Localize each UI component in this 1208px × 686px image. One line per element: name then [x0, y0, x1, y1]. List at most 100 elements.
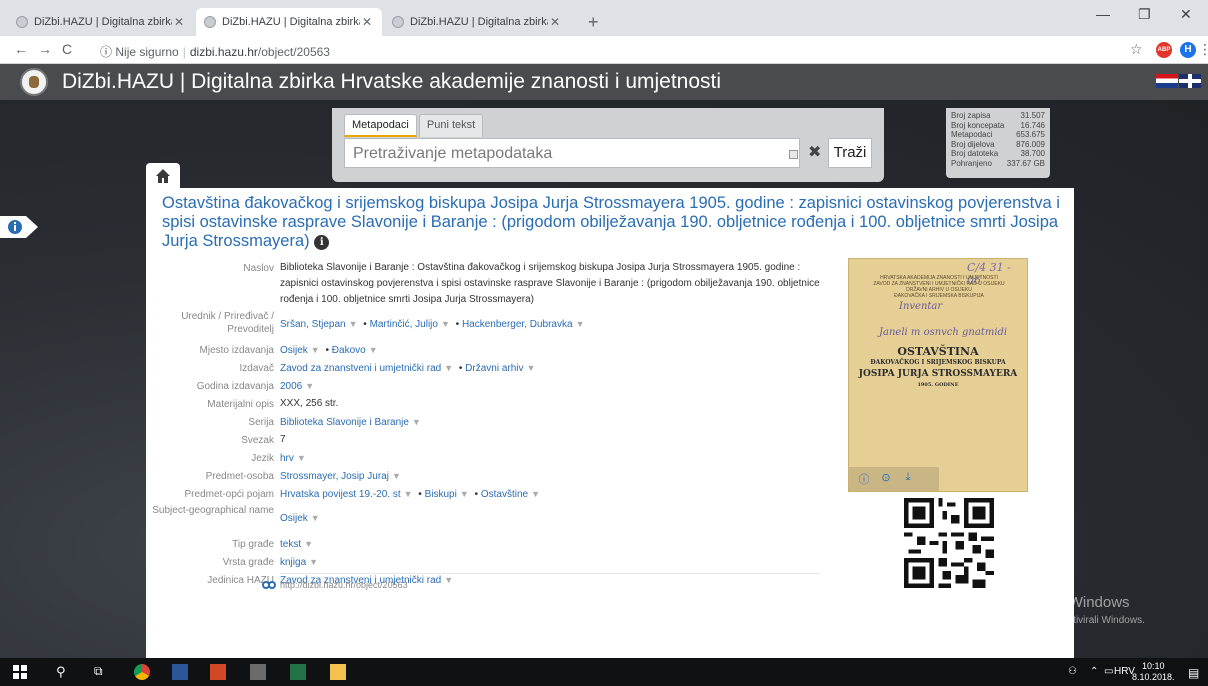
forward-icon[interactable]: → [38, 41, 52, 57]
calculator-icon[interactable] [250, 664, 266, 680]
back-icon[interactable]: ← [14, 41, 28, 57]
powerpoint-icon[interactable] [210, 664, 226, 680]
meta-link[interactable]: Osijek [280, 513, 308, 524]
battery-icon[interactable]: ▭ [1104, 666, 1113, 677]
file-explorer-icon[interactable] [330, 664, 346, 680]
filter-icon[interactable]: ▼ [444, 363, 453, 373]
hazu-logo[interactable] [20, 68, 48, 96]
close-tab-icon[interactable]: ✕ [548, 15, 562, 29]
meta-link[interactable]: tekst [280, 539, 301, 550]
meta-link[interactable]: Zavod za znanstveni i umjetnički rad [280, 363, 441, 374]
qr-code [904, 498, 994, 588]
info-icon[interactable]: ⓘ [857, 471, 871, 486]
filter-icon[interactable]: ▼ [311, 345, 320, 355]
tab-fulltext[interactable]: Puni tekst [418, 114, 484, 137]
meta-link[interactable]: Hackenberger, Dubravka [462, 319, 573, 330]
browser-tab-active[interactable]: DiZbi.HAZU | Digitalna zbirka Hrv ✕ [196, 8, 382, 36]
filter-icon[interactable]: ▼ [309, 557, 318, 567]
meta-value: Zavod za znanstveni i umjetnički rad ▼ • … [280, 363, 536, 374]
meta-link[interactable]: Biblioteka Slavonije i Baranje [280, 417, 409, 428]
meta-link[interactable]: hrv [280, 453, 294, 464]
divider [280, 573, 820, 574]
filter-icon[interactable]: ▼ [404, 489, 413, 499]
filter-icon[interactable]: ▼ [305, 381, 314, 391]
browser-tab[interactable]: DiZbi.HAZU | Digitalna zbirka Hrv ✕ [8, 8, 194, 36]
meta-link[interactable]: Đakovo [332, 345, 366, 356]
task-view-icon[interactable]: ⧉ [94, 664, 110, 680]
filter-icon[interactable]: ▼ [531, 489, 540, 499]
search-option-checkbox[interactable] [789, 150, 798, 159]
filter-icon[interactable]: ▼ [369, 345, 378, 355]
filter-icon[interactable]: ▼ [304, 539, 313, 549]
home-button[interactable] [146, 163, 180, 189]
adblock-icon[interactable]: ABP [1156, 42, 1172, 58]
side-info-toggle[interactable] [0, 216, 38, 238]
tray-chevron-icon[interactable]: ⌃ [1090, 666, 1098, 677]
meta-link[interactable]: Državni arhiv [465, 363, 523, 374]
filter-icon[interactable]: ▼ [392, 471, 401, 481]
people-icon[interactable]: ⚇ [1068, 666, 1077, 677]
download-icon[interactable]: ⤓ [901, 471, 915, 485]
profile-avatar[interactable]: H [1180, 42, 1196, 58]
info-icon[interactable]: i [314, 235, 330, 250]
english-flag-icon[interactable] [1179, 74, 1201, 88]
bookmark-star-icon[interactable]: ☆ [1130, 41, 1143, 58]
filter-icon[interactable]: ▼ [441, 319, 450, 329]
word-icon[interactable] [172, 664, 188, 680]
clock-date: 8.10.2018. [1132, 672, 1175, 682]
info-icon[interactable]: ⓘ [100, 45, 112, 59]
filter-icon[interactable]: ▼ [297, 453, 306, 463]
meta-link[interactable]: Sršan, Stjepan [280, 319, 346, 330]
site-header: DiZbi.HAZU | Digitalna zbirka Hrvatske a… [0, 64, 1208, 100]
home-icon [156, 169, 170, 183]
meta-link[interactable]: Biskupi [425, 489, 457, 500]
croatian-flag-icon[interactable] [1156, 74, 1178, 88]
maximize-icon[interactable]: ❐ [1138, 6, 1151, 23]
filter-icon[interactable]: ▼ [460, 489, 469, 499]
filter-icon[interactable]: ▼ [349, 319, 358, 329]
record-panel: Ostavština đakovačkog i srijemskog bisku… [146, 188, 1074, 658]
windows-start-icon[interactable] [12, 664, 28, 680]
new-tab-button[interactable]: + [588, 12, 599, 33]
notification-icon[interactable]: ▤ [1188, 666, 1199, 680]
meta-link[interactable]: knjiga [280, 557, 306, 568]
chrome-icon[interactable] [134, 664, 150, 680]
meta-link[interactable]: 2006 [280, 381, 302, 392]
meta-value: Strossmayer, Josip Juraj ▼ [280, 468, 820, 485]
search-input[interactable] [353, 145, 773, 163]
tab-metadata[interactable]: Metapodaci [344, 114, 417, 137]
url-field[interactable]: ⓘ Nije sigurno | dizbi.hazu.hr/object/2056… [100, 43, 330, 60]
permalink-url[interactable]: http://dizbi.hazu.hr/object/20563 [280, 580, 408, 590]
minimize-icon[interactable]: — [1096, 6, 1110, 22]
filter-icon[interactable]: ▼ [311, 513, 320, 523]
taskbar-clock[interactable]: 10:10 8.10.2018. [1132, 661, 1175, 683]
excel-icon[interactable] [290, 664, 306, 680]
zoom-icon[interactable]: ⊙ [879, 471, 893, 485]
site-title[interactable]: DiZbi.HAZU | Digitalna zbirka Hrvatske a… [62, 70, 721, 94]
filter-icon[interactable]: ▼ [576, 319, 585, 329]
meta-link[interactable]: Strossmayer, Josip Juraj [280, 471, 389, 482]
close-tab-icon[interactable]: ✕ [172, 15, 186, 29]
reload-icon[interactable]: C [62, 41, 72, 57]
meta-link[interactable]: Osijek [280, 345, 308, 356]
permalink-icon[interactable] [262, 580, 276, 590]
filter-icon[interactable]: ▼ [412, 417, 421, 427]
meta-link[interactable]: Martinčić, Julijo [370, 319, 438, 330]
search-icon[interactable]: ⚲ [56, 664, 72, 680]
close-tab-icon[interactable]: ✕ [360, 15, 374, 29]
search-box [344, 138, 800, 168]
meta-label: Svezak [241, 435, 274, 446]
clear-search-icon[interactable]: ✖ [808, 142, 821, 162]
document-thumbnail[interactable]: C/4 31 - 06 HRVATSKA AKADEMIJA ZNANOSTI … [848, 258, 1028, 492]
browser-tab[interactable]: DiZbi.HAZU | Digitalna zbirka Hrv ✕ [384, 8, 570, 36]
search-button[interactable]: Traži [828, 138, 872, 168]
meta-link[interactable]: Hrvatska povijest 19.-20. st [280, 489, 401, 500]
menu-icon[interactable]: ⋮ [1198, 41, 1208, 58]
filter-icon[interactable]: ▼ [527, 363, 536, 373]
meta-link[interactable]: Ostavštine [481, 489, 528, 500]
meta-label: Tip građe [232, 539, 274, 550]
filter-icon[interactable]: ▼ [444, 575, 453, 585]
stat-label: Metapodaci [951, 130, 993, 139]
close-window-icon[interactable]: ✕ [1180, 6, 1192, 23]
meta-label: Naslov [243, 263, 274, 274]
